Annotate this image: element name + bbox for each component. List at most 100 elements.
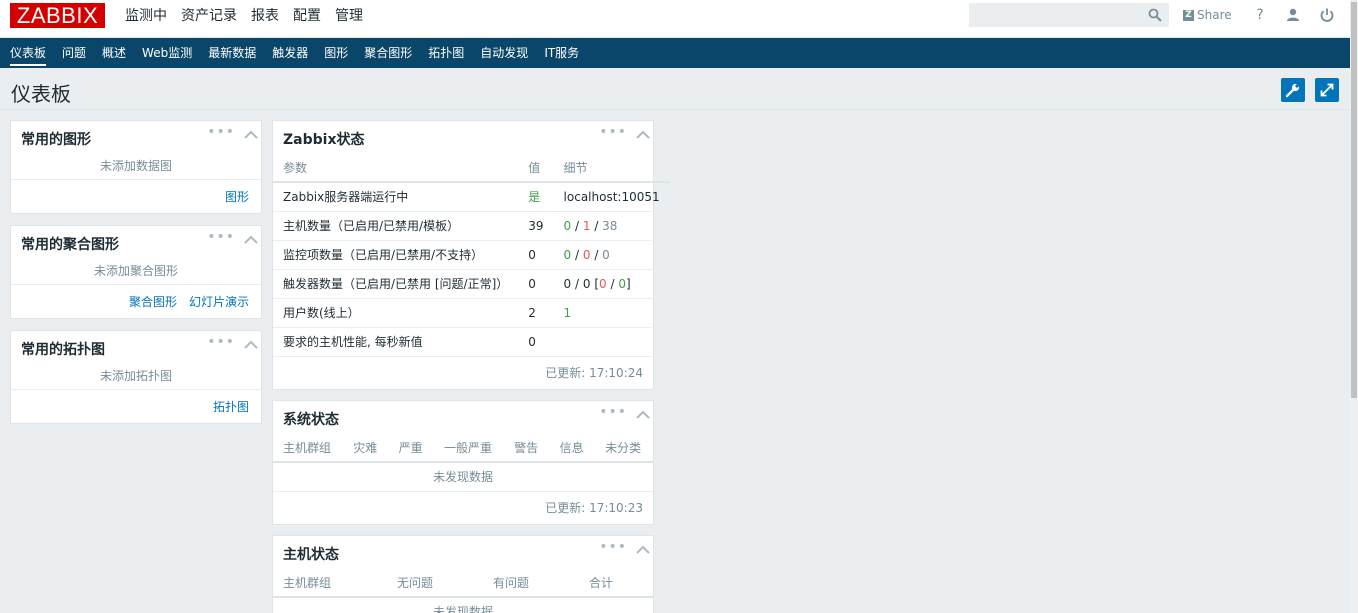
fullscreen-button[interactable] — [1315, 78, 1339, 102]
zabbix-logo[interactable]: ZABBIX — [10, 3, 105, 28]
widget-title: 常用的聚合图形 — [21, 237, 119, 253]
empty-message: 未发现数据 — [273, 462, 653, 492]
enabled-count: 0 — [563, 276, 572, 291]
help-icon[interactable]: ? — [1252, 7, 1268, 23]
value-cell: 0 — [518, 240, 554, 270]
fullscreen-icon — [1320, 83, 1334, 97]
scrollbar-thumb[interactable] — [1351, 2, 1357, 398]
main-menu: 监测中 资产记录 报表 配置 管理 — [118, 0, 370, 32]
empty-message: 未发现数据 — [273, 597, 653, 613]
column-header: 无问题 — [387, 568, 483, 598]
host-status-table: 主机群组 无问题 有问题 合计 未发现数据 — [273, 568, 653, 613]
share-link[interactable]: Z Share — [1183, 7, 1232, 23]
collapse-icon[interactable] — [636, 410, 650, 420]
details-cell: 0 / 0 [0 / 0] — [553, 269, 670, 299]
widget-title: 常用的拓扑图 — [21, 342, 105, 358]
slideshows-link[interactable]: 幻灯片演示 — [189, 293, 249, 310]
widget-host-status: 主机状态 ••• 主机群组 无问题 有问题 合计 未发现数据 — [272, 535, 654, 613]
widget-title: 常用的图形 — [21, 132, 91, 148]
column-header: 主机群组 — [273, 568, 387, 598]
column-header: 未分类 — [595, 433, 653, 463]
more-options-icon[interactable]: ••• — [599, 404, 627, 420]
more-options-icon[interactable]: ••• — [207, 229, 235, 245]
menu-configuration[interactable]: 配置 — [286, 0, 328, 32]
details-cell — [553, 327, 670, 357]
submenu-graphs[interactable]: 图形 — [318, 38, 354, 68]
collapse-icon[interactable] — [636, 130, 650, 140]
column-header: 信息 — [549, 433, 596, 463]
column-header: 有问题 — [483, 568, 579, 598]
param-cell: 触发器数量（已启用/已禁用 [问题/正常]） — [273, 269, 519, 299]
column-header: 细节 — [553, 153, 670, 183]
empty-message: 未添加数据图 — [11, 153, 261, 180]
page-title: 仪表板 — [11, 82, 71, 106]
menu-inventory[interactable]: 资产记录 — [174, 0, 244, 32]
widget-title: 系统状态 — [283, 412, 339, 428]
column-header: 主机群组 — [273, 433, 344, 463]
column-header: 灾难 — [343, 433, 389, 463]
submenu-it-services[interactable]: IT服务 — [538, 38, 585, 68]
maps-link[interactable]: 拓扑图 — [213, 398, 249, 415]
template-count: 38 — [602, 218, 618, 233]
more-options-icon[interactable]: ••• — [599, 124, 627, 140]
graphs-link[interactable]: 图形 — [225, 188, 249, 205]
submenu-problems[interactable]: 问题 — [56, 38, 92, 68]
table-row: 监控项数量（已启用/已禁用/不支持） 0 0 / 0 / 0 — [273, 240, 670, 270]
title-divider — [0, 109, 1350, 110]
edit-dashboard-button[interactable] — [1281, 78, 1305, 102]
last-updated: 已更新: 17:10:23 — [545, 500, 643, 515]
column-header: 严重 — [388, 433, 435, 463]
value-cell: 0 — [518, 269, 554, 299]
column-header: 合计 — [579, 568, 653, 598]
details-cell: localhost:10051 — [553, 182, 670, 212]
menu-monitoring[interactable]: 监测中 — [118, 0, 174, 32]
submenu-overview[interactable]: 概述 — [96, 38, 132, 68]
submenu-screens[interactable]: 聚合图形 — [358, 38, 418, 68]
user-profile-icon[interactable] — [1285, 7, 1301, 23]
ok-count: 0 — [618, 276, 626, 291]
sign-out-icon[interactable] — [1319, 7, 1335, 23]
top-header: ZABBIX 监测中 资产记录 报表 配置 管理 Z Share ? — [0, 0, 1350, 38]
search-icon[interactable] — [1148, 8, 1162, 22]
search-box — [969, 3, 1169, 27]
details-cell: 0 / 0 / 0 — [553, 240, 670, 270]
param-cell: 用户数(线上） — [273, 298, 519, 328]
last-updated: 已更新: 17:10:24 — [545, 365, 643, 380]
submenu-latest-data[interactable]: 最新数据 — [202, 38, 262, 68]
menu-administration[interactable]: 管理 — [328, 0, 370, 32]
param-cell: 监控项数量（已启用/已禁用/不支持） — [273, 240, 519, 270]
collapse-icon[interactable] — [636, 545, 650, 555]
submenu-maps[interactable]: 拓扑图 — [422, 38, 470, 68]
more-options-icon[interactable]: ••• — [207, 124, 235, 140]
value-cell: 是 — [518, 182, 554, 212]
more-options-icon[interactable]: ••• — [207, 334, 235, 350]
widget-header: 常用的聚合图形 ••• — [11, 226, 261, 258]
search-input[interactable] — [970, 4, 1142, 26]
widget-zabbix-status: Zabbix状态 ••• 参数 值 细节 Zabbix服务器端运行中 是 loc… — [272, 120, 670, 390]
more-options-icon[interactable]: ••• — [599, 539, 627, 555]
table-row: 用户数(线上） 2 1 — [273, 298, 670, 328]
zabbix-status-table: 参数 值 细节 Zabbix服务器端运行中 是 localhost:10051 … — [273, 153, 670, 357]
collapse-icon[interactable] — [244, 340, 258, 350]
menu-reports[interactable]: 报表 — [244, 0, 286, 32]
page-scrollbar[interactable] — [1350, 0, 1358, 613]
screens-link[interactable]: 聚合图形 — [129, 293, 177, 310]
share-label: Share — [1197, 8, 1232, 22]
table-row: 触发器数量（已启用/已禁用 [问题/正常]） 0 0 / 0 [0 / 0] — [273, 269, 670, 299]
table-row: 未发现数据 — [273, 462, 653, 492]
submenu-discovery[interactable]: 自动发现 — [474, 38, 534, 68]
submenu-triggers[interactable]: 触发器 — [266, 38, 314, 68]
value-cell: 39 — [518, 211, 554, 241]
wrench-icon — [1285, 83, 1300, 98]
table-header-row: 主机群组 无问题 有问题 合计 — [273, 568, 653, 598]
disabled-count: 0 — [582, 247, 591, 262]
collapse-icon[interactable] — [244, 130, 258, 140]
collapse-icon[interactable] — [244, 235, 258, 245]
column-header: 一般严重 — [434, 433, 505, 463]
table-header-row: 主机群组 灾难 严重 一般严重 警告 信息 未分类 — [273, 433, 653, 463]
submenu-web[interactable]: Web监测 — [136, 38, 198, 68]
widget-header: 常用的拓扑图 ••• — [11, 331, 261, 363]
submenu-dashboard[interactable]: 仪表板 — [4, 38, 52, 68]
param-cell: 要求的主机性能, 每秒新值 — [273, 327, 519, 357]
param-cell: 主机数量（已启用/已禁用/模板） — [273, 211, 519, 241]
